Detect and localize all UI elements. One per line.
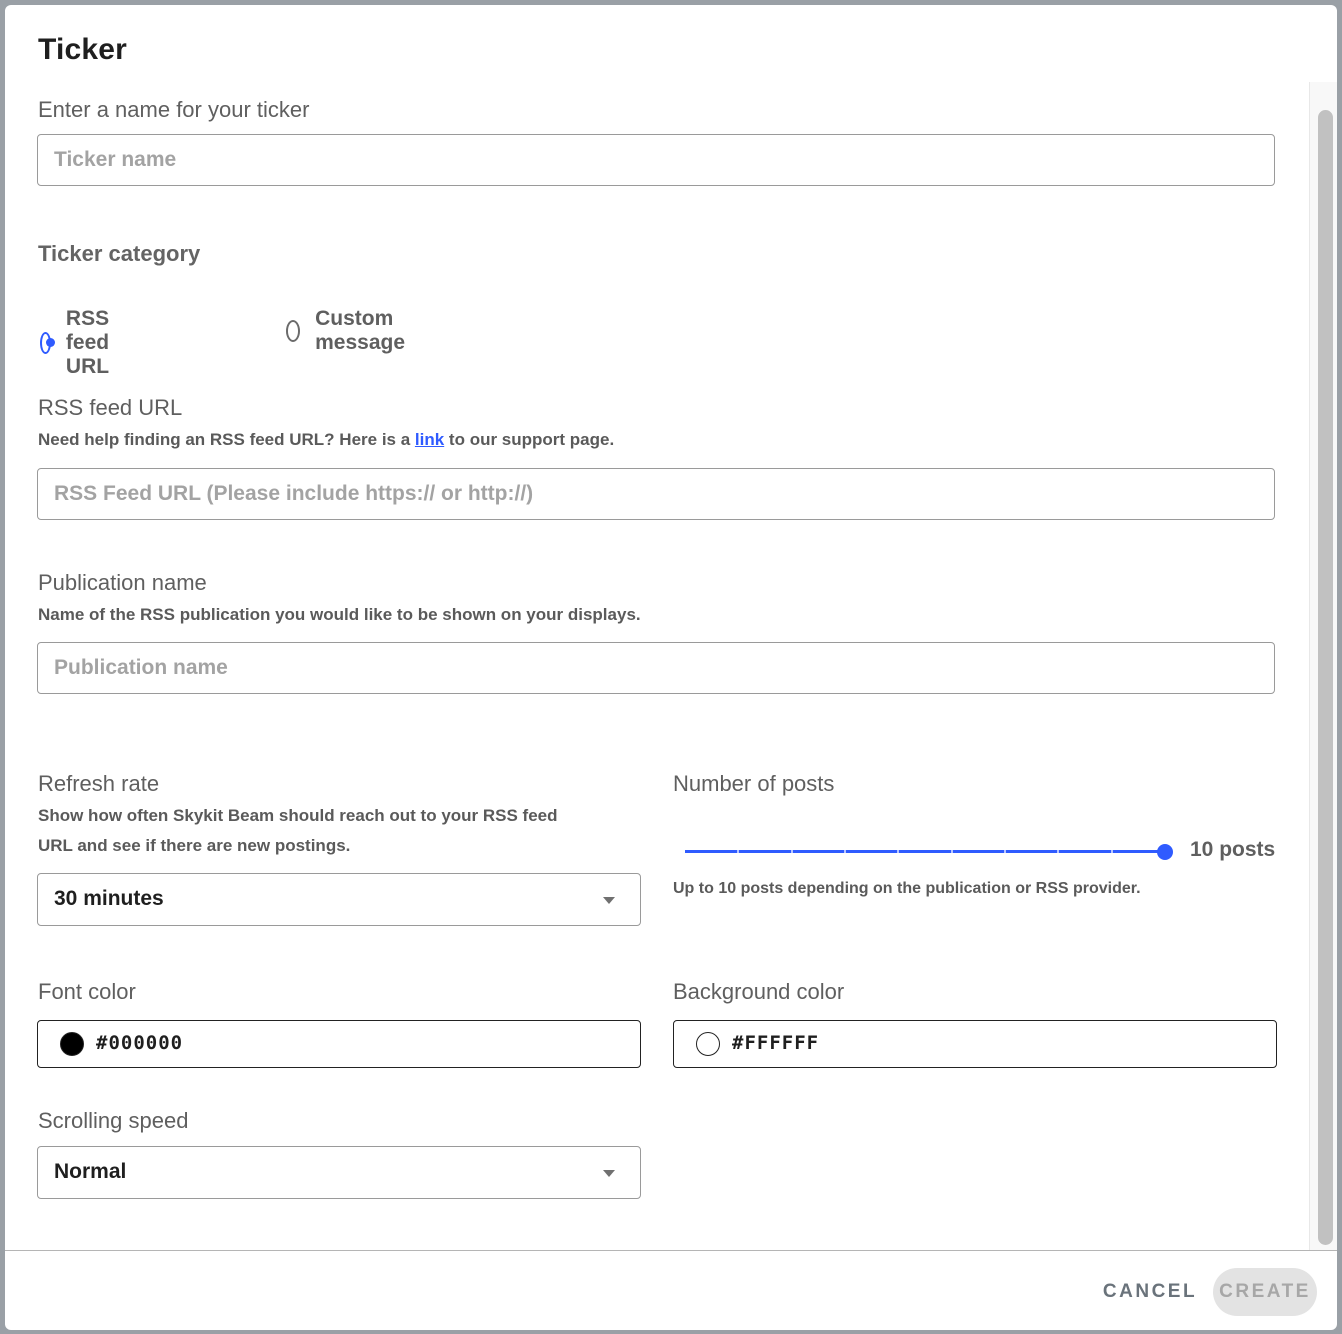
- rss-url-input[interactable]: RSS Feed URL (Please include https:// or…: [37, 468, 1275, 520]
- number-of-posts-value: 10 posts: [1190, 838, 1276, 861]
- publication-name-placeholder: Publication name: [54, 656, 228, 679]
- slider-tick: [1057, 850, 1060, 853]
- rss-url-label: RSS feed URL: [38, 395, 183, 420]
- background-color-swatch[interactable]: [696, 1032, 720, 1056]
- scrolling-speed-label: Scrolling speed: [38, 1108, 189, 1133]
- slider-tick: [950, 850, 953, 853]
- number-of-posts-label: Number of posts: [673, 771, 835, 796]
- refresh-rate-help-line2: URL and see if there are new postings.: [38, 836, 351, 855]
- cancel-button[interactable]: CANCEL: [1095, 1268, 1205, 1316]
- refresh-rate-label: Refresh rate: [38, 771, 160, 796]
- refresh-rate-help-line1: Show how often Skykit Beam should reach …: [38, 806, 558, 825]
- scrolling-speed-value: Normal: [54, 1160, 127, 1183]
- create-button[interactable]: CREATE: [1213, 1268, 1317, 1316]
- publication-name-help: Name of the RSS publication you would li…: [38, 605, 641, 624]
- slider-tick: [1110, 850, 1113, 853]
- publication-name-label: Publication name: [38, 570, 207, 595]
- footer-divider: [5, 1250, 1337, 1251]
- refresh-rate-select[interactable]: 30 minutes: [37, 873, 641, 926]
- rss-url-help-text: Need help finding an RSS feed URL? Here …: [38, 430, 415, 449]
- rss-url-help-suffix: to our support page.: [444, 430, 615, 449]
- publication-name-input[interactable]: Publication name: [37, 642, 1275, 694]
- slider-tick: [897, 850, 900, 853]
- ticker-category-label: Ticker category: [38, 241, 201, 266]
- font-color-input[interactable]: #000000: [37, 1020, 641, 1068]
- ticker-name-input[interactable]: Ticker name: [37, 134, 1275, 186]
- slider-track: [685, 850, 1165, 853]
- rss-url-help: Need help finding an RSS feed URL? Here …: [38, 430, 614, 450]
- background-color-label: Background color: [673, 979, 845, 1004]
- radio-rss-feed-url-label: RSS feed URL: [65, 307, 110, 378]
- radio-checked-icon: [40, 332, 55, 354]
- ticker-dialog: Ticker Enter a name for your ticker Tick…: [5, 5, 1337, 1330]
- background-color-input[interactable]: #FFFFFF: [673, 1020, 1277, 1068]
- scrollbar-track[interactable]: [1309, 82, 1337, 1250]
- scrollbar-thumb[interactable]: [1318, 110, 1333, 1245]
- chevron-down-icon: [603, 1170, 615, 1177]
- radio-rss-feed-url[interactable]: RSS feed URL: [40, 307, 120, 379]
- rss-url-placeholder: RSS Feed URL (Please include https:// or…: [54, 482, 534, 505]
- number-of-posts-help: Up to 10 posts depending on the publicat…: [673, 880, 1141, 897]
- slider-tick: [1004, 850, 1006, 853]
- slider-tick: [737, 850, 740, 853]
- background-color-value: #FFFFFF: [732, 1032, 820, 1054]
- ticker-name-placeholder: Ticker name: [54, 148, 177, 171]
- slider-tick: [790, 850, 793, 853]
- font-color-swatch[interactable]: [60, 1032, 84, 1056]
- number-of-posts-slider[interactable]: [685, 838, 1173, 868]
- scrolling-speed-select[interactable]: Normal: [37, 1146, 641, 1199]
- font-color-label: Font color: [38, 979, 136, 1004]
- slider-tick: [844, 850, 846, 853]
- ticker-name-label: Enter a name for your ticker: [38, 97, 310, 122]
- font-color-value: #000000: [96, 1032, 184, 1054]
- radio-custom-message[interactable]: Custom message: [286, 307, 413, 355]
- slider-thumb[interactable]: [1157, 844, 1173, 860]
- chevron-down-icon: [603, 897, 615, 904]
- dialog-title: Ticker: [38, 33, 128, 66]
- radio-unchecked-icon: [286, 320, 301, 342]
- support-page-link[interactable]: link: [415, 430, 444, 449]
- radio-custom-message-label: Custom message: [315, 307, 406, 354]
- refresh-rate-value: 30 minutes: [54, 887, 164, 910]
